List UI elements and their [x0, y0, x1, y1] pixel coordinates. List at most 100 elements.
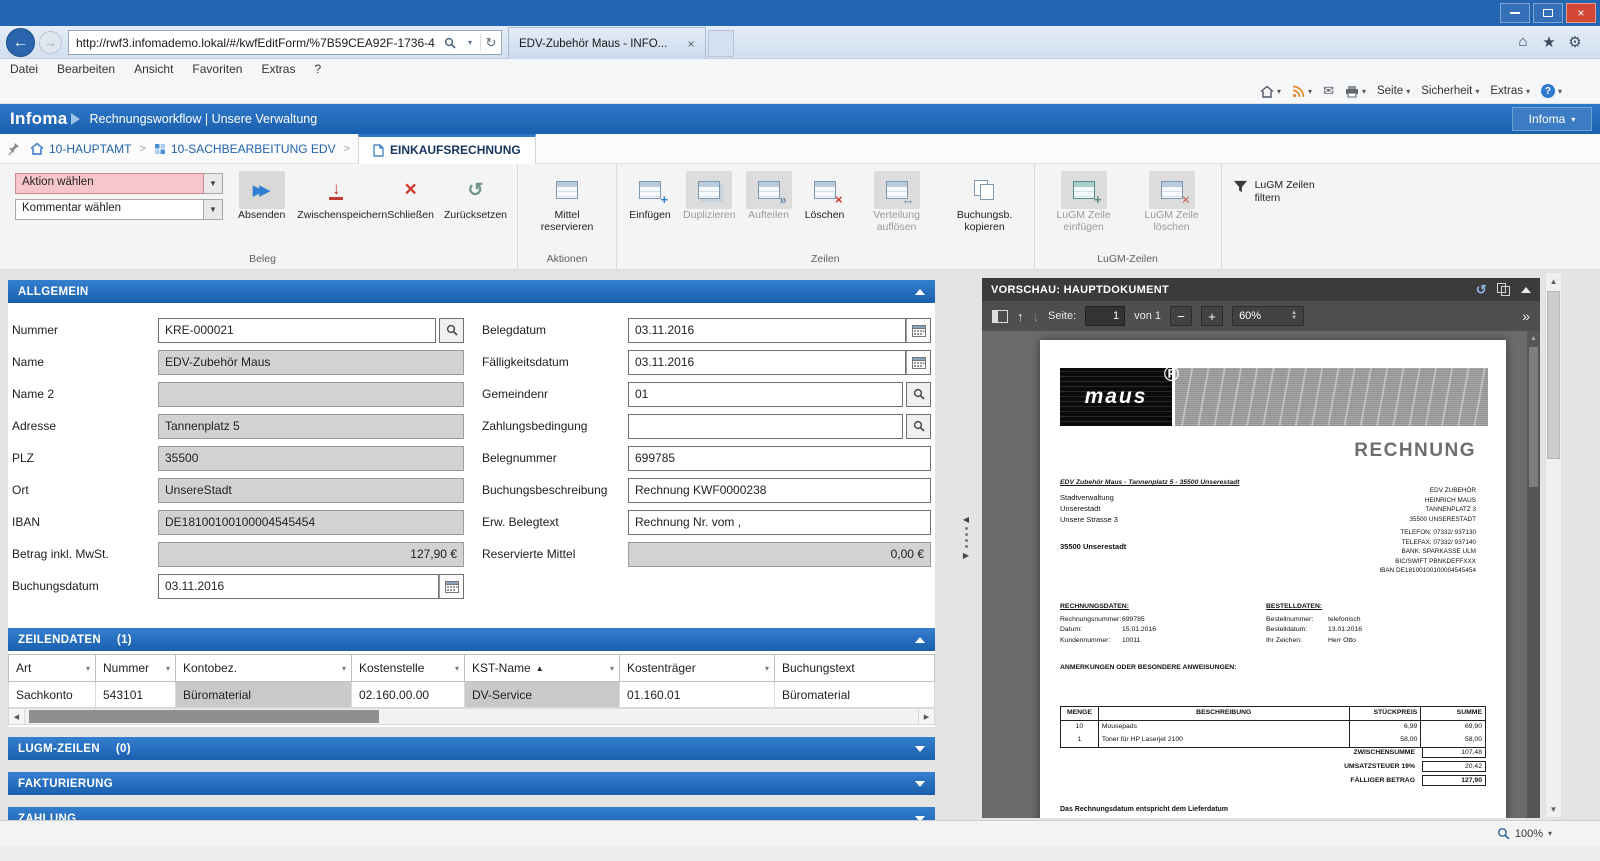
nummer-lookup-button[interactable]: [439, 317, 464, 343]
lugm-zeile-loeschen-button[interactable]: × LuGM Zeile löschen: [1128, 169, 1216, 233]
chevron-down-icon[interactable]: ▾: [166, 664, 170, 673]
expand-down-icon[interactable]: [915, 745, 925, 752]
zuruecksetzen-button[interactable]: ↺ Zurücksetzen: [439, 169, 512, 222]
spinner-icons[interactable]: ▲ ▼: [1291, 310, 1297, 321]
sidebar-toggle-icon[interactable]: [992, 309, 1008, 323]
favorites-star-icon[interactable]: ★: [1538, 33, 1560, 51]
menu-favoriten[interactable]: Favoriten: [192, 62, 242, 76]
collapse-up-icon[interactable]: [915, 288, 925, 295]
belegnummer-input[interactable]: 699785: [628, 445, 931, 471]
chevron-down-icon[interactable]: ▾: [1548, 829, 1552, 838]
zeilendaten-horizontal-scrollbar[interactable]: ◀ ▶: [8, 708, 935, 725]
kommentar-waehlen-dropdown[interactable]: Kommentar wählen ▼: [15, 199, 223, 220]
scroll-up-icon[interactable]: ▲: [1546, 273, 1561, 289]
breadcrumb-einkaufsrechnung-tab[interactable]: EINKAUFSRECHNUNG: [358, 133, 536, 164]
column-header-nummer[interactable]: Nummer ▾: [96, 654, 176, 682]
zeilendaten-row[interactable]: Sachkonto 543101 Büromaterial 02.160.00.…: [8, 682, 935, 708]
cmd-home-button[interactable]: ▾: [1260, 85, 1281, 98]
tab-close-icon[interactable]: ×: [683, 37, 699, 51]
collapse-left-icon[interactable]: ◀: [963, 515, 969, 524]
menu-datei[interactable]: Datei: [10, 62, 38, 76]
forward-button[interactable]: →: [39, 31, 62, 54]
window-maximize-button[interactable]: [1533, 3, 1563, 23]
account-menu[interactable]: Infoma ▾: [1512, 107, 1592, 131]
buchungsbeschreibung-input[interactable]: Rechnung KWF0000238: [628, 477, 931, 503]
address-bar[interactable]: http://rwf3.infomademo.lokal/#/kwfEditFo…: [68, 30, 502, 55]
zwischenspeichern-button[interactable]: ↓ Zwischenspeichern: [290, 169, 387, 222]
mittel-reservieren-button[interactable]: Mittel reservieren: [523, 169, 611, 233]
scrollbar-thumb[interactable]: [29, 710, 379, 723]
scroll-right-icon[interactable]: ▶: [918, 708, 935, 725]
gemeindenr-input[interactable]: 01: [628, 381, 903, 407]
einfuegen-button[interactable]: + Einfügen: [622, 169, 678, 221]
faelligkeitsdatum-input[interactable]: 03.11.2016: [628, 349, 906, 375]
aktion-waehlen-dropdown[interactable]: Aktion wählen ▼: [15, 173, 223, 194]
settings-gear-icon[interactable]: ⚙: [1564, 33, 1586, 51]
chevron-down-icon[interactable]: ▾: [455, 664, 459, 673]
menu-ansicht[interactable]: Ansicht: [134, 62, 173, 76]
column-header-art[interactable]: Art ▾: [8, 654, 96, 682]
scrollbar-thumb[interactable]: [1529, 347, 1538, 487]
buchungsbeschreibung-kopieren-button[interactable]: Buchungsb. kopieren: [941, 169, 1029, 233]
back-button[interactable]: ←: [6, 28, 35, 57]
aufteilen-button[interactable]: » Aufteilen: [741, 169, 797, 221]
cmd-sicherheit-button[interactable]: Sicherheit ▾: [1421, 85, 1479, 97]
cell-kostentraeger[interactable]: 01.160.01: [620, 682, 775, 708]
cmd-extras-button[interactable]: Extras ▾: [1490, 85, 1530, 97]
chevron-down-icon[interactable]: ▾: [342, 664, 346, 673]
zoom-level-select[interactable]: 60% ▲ ▼: [1232, 306, 1305, 326]
menu-bearbeiten[interactable]: Bearbeiten: [57, 62, 115, 76]
section-header-allgemein[interactable]: ALLGEMEIN: [8, 280, 935, 303]
absenden-button[interactable]: ▶▶ Absenden: [233, 169, 290, 221]
panel-splitter[interactable]: ◀ ▶: [958, 515, 974, 581]
zahlungsbedingung-input[interactable]: [628, 413, 903, 439]
belegdatum-calendar-button[interactable]: [906, 317, 931, 343]
loeschen-button[interactable]: × Löschen: [797, 169, 853, 221]
cmd-print-button[interactable]: ▾: [1345, 85, 1366, 98]
lugm-zeilen-filtern-button[interactable]: LuGM Zeilen filtern: [1227, 169, 1327, 205]
column-header-kontobez[interactable]: Kontobez. ▾: [176, 654, 352, 682]
nummer-input[interactable]: KRE-000021: [158, 317, 436, 343]
url-text[interactable]: http://rwf3.infomademo.lokal/#/kwfEditFo…: [69, 36, 440, 50]
page-vertical-scrollbar[interactable]: ▲ ▼: [1545, 272, 1562, 818]
collapse-up-icon[interactable]: [915, 636, 925, 643]
cmd-seite-button[interactable]: Seite ▾: [1377, 85, 1410, 97]
faelligkeitsdatum-calendar-button[interactable]: [906, 349, 931, 375]
collapse-preview-icon[interactable]: [1521, 286, 1531, 293]
chevron-down-icon[interactable]: ▾: [765, 664, 769, 673]
section-header-lugm-zeilen[interactable]: LUGM-ZEILEN (0): [8, 737, 935, 760]
cell-buchungstext[interactable]: Büromaterial: [775, 682, 935, 708]
section-header-zahlung[interactable]: ZAHLUNG: [8, 807, 935, 820]
buchungsdatum-input[interactable]: 03.11.2016: [158, 573, 439, 599]
zoom-in-button[interactable]: +: [1201, 306, 1224, 326]
breadcrumb-hauptamt-link[interactable]: 10-HAUPTAMT: [49, 142, 131, 156]
reload-preview-icon[interactable]: ↺: [1476, 282, 1487, 298]
chevron-down-icon[interactable]: ▾: [610, 664, 614, 673]
erw-belegtext-input[interactable]: Rechnung Nr. vom ,: [628, 509, 931, 535]
verteilung-aufloesen-button[interactable]: ↔ Verteilung auflösen: [853, 169, 941, 233]
home-icon[interactable]: ⌂: [1512, 33, 1534, 50]
collapse-right-icon[interactable]: ▶: [963, 551, 969, 560]
belegdatum-input[interactable]: 03.11.2016: [628, 317, 906, 343]
scroll-down-icon[interactable]: ▼: [1546, 801, 1561, 817]
duplizieren-button[interactable]: Duplizieren: [678, 169, 741, 221]
page-up-icon[interactable]: ↑: [1017, 309, 1024, 324]
expand-tools-icon[interactable]: »: [1522, 308, 1530, 324]
breadcrumb-sachbearbeitung-link[interactable]: 10-SACHBEARBEITUNG EDV: [171, 142, 336, 156]
search-icon[interactable]: [440, 31, 460, 54]
lugm-zeile-einfuegen-button[interactable]: + LuGM Zeile einfügen: [1040, 169, 1128, 233]
scroll-left-icon[interactable]: ◀: [8, 708, 25, 725]
schliessen-button[interactable]: × Schließen: [382, 169, 439, 221]
page-down-icon[interactable]: ↓: [1033, 309, 1040, 324]
section-header-fakturierung[interactable]: FAKTURIERUNG: [8, 772, 935, 795]
refresh-icon[interactable]: ↻: [481, 31, 501, 54]
gemeindenr-lookup-button[interactable]: [906, 381, 931, 407]
scrollbar-track[interactable]: [1546, 289, 1561, 801]
chevron-down-icon[interactable]: ▾: [86, 664, 90, 673]
section-header-zeilendaten[interactable]: ZEILENDATEN (1): [8, 628, 935, 651]
address-dropdown-icon[interactable]: ▾: [460, 31, 480, 54]
menu-hilfe[interactable]: ?: [314, 62, 321, 76]
column-header-kst-name[interactable]: KST-Name ▲ ▾: [465, 654, 620, 682]
column-header-buchungstext[interactable]: Buchungstext: [775, 654, 935, 682]
new-tab-button[interactable]: [708, 30, 734, 57]
